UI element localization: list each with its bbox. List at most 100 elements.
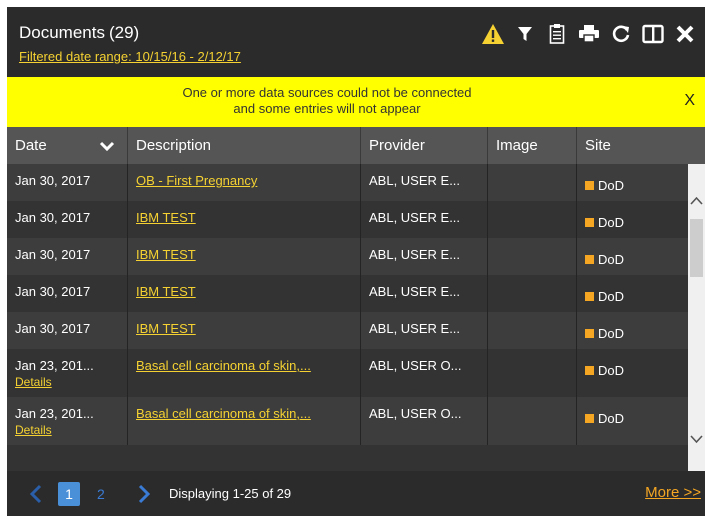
refresh-icon[interactable] — [609, 21, 633, 47]
row-date: Jan 30, 2017 — [7, 201, 128, 238]
site-color-square-icon — [585, 329, 594, 338]
table-row[interactable]: Jan 30, 2017 OB - First Pregnancy ABL, U… — [7, 164, 688, 201]
warning-line-1: One or more data sources could not be co… — [182, 85, 472, 100]
scrollbar-thumb[interactable] — [690, 219, 703, 277]
table-body: Jan 30, 2017 OB - First Pregnancy ABL, U… — [7, 164, 688, 471]
row-site-cell: DoD — [577, 397, 688, 445]
row-date: Jan 30, 2017 — [7, 275, 128, 312]
chevron-down-icon[interactable] — [99, 141, 115, 151]
row-site-cell: DoD — [577, 164, 688, 201]
column-header-provider[interactable]: Provider — [361, 127, 488, 164]
column-header-site[interactable]: Site — [577, 127, 705, 164]
toolbar — [481, 20, 697, 48]
row-provider: ABL, USER E... — [361, 275, 488, 312]
site-color-square-icon — [585, 255, 594, 264]
row-description-cell: OB - First Pregnancy — [128, 164, 361, 201]
print-icon[interactable] — [577, 21, 601, 47]
row-date: Jan 23, 201... — [15, 406, 94, 421]
row-description-cell: Basal cell carcinoma of skin,... — [128, 397, 361, 445]
panel-title-text: Documents — [19, 23, 105, 42]
row-details-link[interactable]: Details — [15, 375, 127, 389]
site-color-square-icon — [585, 181, 594, 190]
row-provider: ABL, USER E... — [361, 164, 488, 201]
column-header-image[interactable]: Image — [488, 127, 577, 164]
site-color-square-icon — [585, 218, 594, 227]
table-row[interactable]: Jan 23, 201... Details Basal cell carcin… — [7, 397, 688, 445]
pagination-footer: 1 2 Displaying 1-25 of 29 More >> — [7, 471, 705, 516]
clipboard-icon[interactable] — [545, 21, 569, 47]
site-color-square-icon — [585, 366, 594, 375]
row-description-link[interactable]: IBM TEST — [136, 284, 196, 299]
site-color-square-icon — [585, 414, 594, 423]
row-description-link[interactable]: Basal cell carcinoma of skin,... — [136, 406, 311, 421]
warning-message: One or more data sources could not be co… — [107, 85, 547, 117]
filter-date-range-link[interactable]: Filtered date range: 10/15/16 - 2/12/17 — [19, 49, 241, 64]
row-image — [488, 312, 577, 349]
row-site-cell: DoD — [577, 238, 688, 275]
row-provider: ABL, USER O... — [361, 397, 488, 445]
row-image — [488, 238, 577, 275]
displaying-count: Displaying 1-25 of 29 — [169, 486, 292, 501]
table-scrollbar[interactable] — [688, 164, 705, 471]
row-date: Jan 30, 2017 — [7, 312, 128, 349]
table-row[interactable]: Jan 30, 2017 IBM TEST ABL, USER E... DoD — [7, 275, 688, 312]
row-site: DoD — [598, 215, 625, 230]
banner-close-button[interactable]: X — [684, 93, 695, 109]
row-image — [488, 397, 577, 445]
table-row[interactable]: Jan 30, 2017 IBM TEST ABL, USER E... DoD — [7, 238, 688, 275]
row-date: Jan 30, 2017 — [7, 164, 128, 201]
panel-header: Documents (29) Filtered date range: 10/15… — [7, 7, 705, 77]
row-description-cell: IBM TEST — [128, 312, 361, 349]
chevron-right-icon[interactable] — [137, 484, 151, 504]
panel-title: Documents (29) — [19, 23, 139, 43]
site-color-square-icon — [585, 292, 594, 301]
table-row[interactable]: Jan 30, 2017 IBM TEST ABL, USER E... DoD — [7, 201, 688, 238]
warning-banner: One or more data sources could not be co… — [7, 77, 705, 127]
row-site-cell: DoD — [577, 275, 688, 312]
row-site: DoD — [598, 178, 625, 193]
document-count: (29) — [108, 23, 140, 42]
column-header-date[interactable]: Date — [7, 127, 128, 164]
row-image — [488, 275, 577, 312]
chevron-down-icon[interactable] — [690, 432, 703, 446]
row-site-cell: DoD — [577, 201, 688, 238]
row-image — [488, 201, 577, 238]
table-row[interactable]: Jan 23, 201... Details Basal cell carcin… — [7, 349, 688, 397]
more-link[interactable]: More >> — [645, 484, 701, 501]
column-header-description[interactable]: Description — [128, 127, 361, 164]
row-site-cell: DoD — [577, 312, 688, 349]
row-description-cell: IBM TEST — [128, 275, 361, 312]
row-details-link[interactable]: Details — [15, 423, 127, 437]
row-description-cell: IBM TEST — [128, 201, 361, 238]
row-description-link[interactable]: IBM TEST — [136, 247, 196, 262]
row-provider: ABL, USER E... — [361, 312, 488, 349]
row-provider: ABL, USER E... — [361, 201, 488, 238]
row-image — [488, 164, 577, 201]
row-description-link[interactable]: IBM TEST — [136, 321, 196, 336]
row-image — [488, 349, 577, 397]
warning-line-2: and some entries will not appear — [233, 101, 421, 116]
row-date: Jan 30, 2017 — [7, 238, 128, 275]
row-site: DoD — [598, 363, 625, 378]
row-date-cell: Jan 23, 201... Details — [7, 349, 128, 397]
split-view-icon[interactable] — [641, 21, 665, 47]
table-row[interactable]: Jan 30, 2017 IBM TEST ABL, USER E... DoD — [7, 312, 688, 349]
row-description-link[interactable]: IBM TEST — [136, 210, 196, 225]
filter-icon[interactable] — [513, 21, 537, 47]
close-icon[interactable] — [673, 21, 697, 47]
documents-panel: Documents (29) Filtered date range: 10/15… — [7, 7, 705, 516]
row-description-link[interactable]: Basal cell carcinoma of skin,... — [136, 358, 311, 373]
table-row-partial — [7, 445, 688, 471]
row-description-link[interactable]: OB - First Pregnancy — [136, 173, 257, 188]
row-site: DoD — [598, 252, 625, 267]
chevron-up-icon[interactable] — [690, 194, 703, 208]
page-button-1[interactable]: 1 — [58, 482, 80, 506]
row-site: DoD — [598, 326, 625, 341]
warning-icon[interactable] — [481, 21, 505, 47]
column-header-date-label: Date — [15, 137, 47, 154]
row-site: DoD — [598, 411, 625, 426]
page-button-2[interactable]: 2 — [97, 482, 111, 506]
row-description-cell: Basal cell carcinoma of skin,... — [128, 349, 361, 397]
table-header: Date Description Provider Image Site — [7, 127, 705, 164]
chevron-left-icon[interactable] — [29, 484, 43, 504]
